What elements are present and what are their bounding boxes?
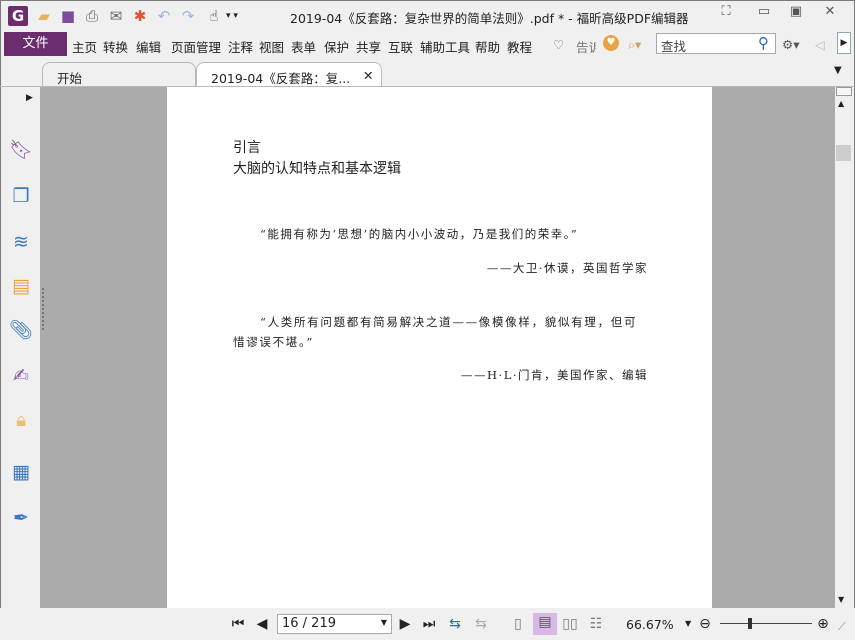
heart-icon[interactable]: ♥: [603, 35, 619, 51]
split-handle[interactable]: [836, 87, 852, 96]
scrollbar-thumb[interactable]: [836, 145, 851, 161]
new-document-icon[interactable]: ✱: [130, 6, 150, 26]
menu-form[interactable]: 表单: [291, 37, 316, 56]
menu-view[interactable]: 视图: [259, 37, 284, 56]
layers-icon[interactable]: ≋: [9, 230, 33, 254]
menu-connect[interactable]: 互联: [388, 37, 413, 56]
customize-toolbar-icon[interactable]: ▾ ▾: [222, 6, 242, 26]
next-page-button[interactable]: ▶: [396, 615, 414, 633]
facing-pages-icon[interactable]: ▯▯: [561, 615, 579, 633]
attribution-1: ——大卫·休谟，英国哲学家: [486, 261, 648, 275]
previous-view-icon[interactable]: ⇆: [446, 615, 464, 633]
quote-1: “能拥有称为‘思想’的脑内小小波动，乃是我们的荣幸。”: [260, 227, 579, 241]
attachment-icon[interactable]: 📎︎: [9, 318, 33, 342]
email-icon[interactable]: ✉: [106, 6, 126, 26]
menu-convert[interactable]: 转换: [103, 37, 128, 56]
menu-tutorial[interactable]: 教程: [507, 37, 532, 56]
print-icon[interactable]: ⎙: [82, 6, 102, 26]
continuous-facing-icon[interactable]: ☷: [587, 615, 605, 633]
menu-comment[interactable]: 注释: [228, 37, 253, 56]
menu-edit[interactable]: 编辑: [136, 37, 161, 56]
tab-label: 开始: [57, 71, 83, 86]
first-page-button[interactable]: ⏮: [229, 615, 247, 633]
zoom-slider[interactable]: [720, 623, 812, 624]
quote-2-line-2: 惜谬误不堪。”: [233, 335, 315, 349]
menu-page-management[interactable]: 页面管理: [171, 37, 221, 56]
zoom-dropdown-icon[interactable]: ▼: [685, 619, 691, 628]
zoom-out-button[interactable]: ⊖: [696, 615, 714, 633]
undo-icon[interactable]: ↶: [154, 6, 174, 26]
ribbon-right-button[interactable]: ▶: [837, 32, 851, 54]
last-page-button[interactable]: ⏭: [420, 615, 438, 633]
minimize-button[interactable]: ▭: [750, 4, 778, 24]
fullscreen-icon[interactable]: ⛶: [712, 4, 740, 24]
security-lock-icon[interactable]: 🔒︎: [9, 408, 33, 432]
ribbon-left-icon[interactable]: ◁: [815, 37, 825, 52]
menu-share[interactable]: 共享: [356, 37, 381, 56]
pages-icon[interactable]: ❐: [9, 184, 33, 208]
next-view-icon[interactable]: ⇆: [472, 615, 490, 633]
scroll-up-icon[interactable]: ▲: [838, 99, 844, 108]
open-folder-icon[interactable]: ▰: [34, 6, 54, 26]
tab-document[interactable]: 2019-04《反套路：复... ✕: [196, 62, 382, 87]
page-number-input[interactable]: 16 / 219 ▼: [277, 614, 392, 634]
folder-search-icon[interactable]: ⌕▾: [628, 37, 641, 53]
save-icon[interactable]: ■: [58, 6, 78, 26]
panel-resize-handle[interactable]: [42, 288, 45, 330]
menu-home[interactable]: 主页: [72, 37, 97, 56]
settings-icon[interactable]: ⚙▾: [782, 37, 799, 52]
heading-intro: 引言: [233, 140, 261, 156]
zoom-level[interactable]: 66.67%: [626, 617, 674, 632]
hand-tool-icon[interactable]: ☝: [204, 6, 224, 26]
tab-start[interactable]: 开始: [42, 62, 196, 87]
pdf-page: 引言 大脑的认知特点和基本逻辑 “能拥有称为‘思想’的脑内小小波动，乃是我们的荣…: [167, 87, 712, 608]
menu-accessibility[interactable]: 辅助工具: [420, 37, 470, 56]
zoom-in-button[interactable]: ⊕: [814, 615, 832, 633]
previous-page-button[interactable]: ◀: [253, 615, 271, 633]
search-icon[interactable]: ⚲: [758, 34, 769, 52]
heading-chapter: 大脑的认知特点和基本逻辑: [233, 161, 401, 177]
digital-certificate-icon[interactable]: ✒: [9, 506, 33, 530]
file-menu[interactable]: 文件: [4, 32, 67, 56]
page-number: 16 / 219: [282, 616, 336, 631]
menu-protect[interactable]: 保护: [324, 37, 349, 56]
lightbulb-icon[interactable]: ♡: [553, 37, 564, 52]
quote-2-line-1: “人类所有问题都有简易解决之道——像模像样，貌似有理，但可: [260, 315, 638, 329]
resize-grip-icon[interactable]: ⟋: [838, 620, 846, 634]
zoom-slider-thumb[interactable]: [748, 618, 752, 629]
chevron-down-icon[interactable]: ▼: [381, 618, 387, 627]
tab-list-icon[interactable]: ▼: [834, 65, 842, 76]
attribution-2: ——H·L·门肯，美国作家、编辑: [461, 368, 648, 382]
maximize-button[interactable]: ▣: [782, 4, 810, 24]
bookmark-icon[interactable]: 🔖︎: [9, 138, 33, 162]
tab-label: 2019-04《反套路：复...: [211, 71, 351, 86]
window-title: 2019-04《反套路：复杂世界的简单法则》.pdf * - 福昕高级PDF编辑…: [290, 11, 689, 26]
tell-me-label[interactable]: 告诉: [576, 37, 596, 56]
close-tab-icon[interactable]: ✕: [363, 68, 373, 83]
scroll-down-icon[interactable]: ▼: [838, 595, 844, 604]
expand-panel-icon[interactable]: ▶: [26, 93, 33, 103]
single-page-icon[interactable]: ▯: [509, 615, 527, 633]
app-logo-icon: G: [8, 6, 28, 26]
comments-icon[interactable]: ▤: [9, 274, 33, 298]
redo-icon[interactable]: ↷: [178, 6, 198, 26]
signature-icon[interactable]: ✍: [9, 364, 33, 388]
form-fields-icon[interactable]: ▦: [9, 460, 33, 484]
menu-help[interactable]: 帮助: [475, 37, 500, 56]
vertical-scrollbar[interactable]: ▲ ▼: [835, 87, 853, 608]
close-button[interactable]: ✕: [816, 4, 844, 24]
continuous-page-icon[interactable]: ▤: [533, 613, 557, 635]
